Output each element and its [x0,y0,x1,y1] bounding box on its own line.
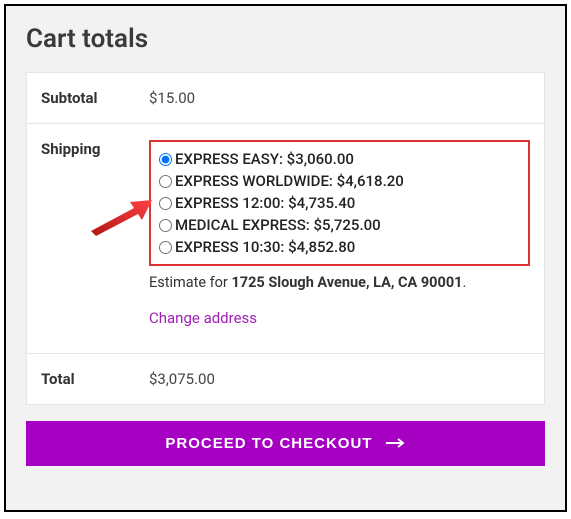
shipping-option[interactable]: MEDICAL EXPRESS: $5,725.00 [159,214,520,236]
total-value: $3,075.00 [149,354,544,404]
shipping-radio[interactable] [159,197,172,210]
cart-totals-panel: Cart totals Subtotal $15.00 Shipping EXP… [4,4,567,512]
subtotal-label: Subtotal [27,73,149,123]
shipping-option-label[interactable]: EXPRESS 12:00: $4,735.40 [175,194,355,212]
estimate-prefix: Estimate for [149,274,231,291]
estimate-text: Estimate for 1725 Slough Avenue, LA, CA … [149,274,530,291]
cart-totals-table: Subtotal $15.00 Shipping EXPRESS EASY: $… [26,72,545,405]
shipping-option-label[interactable]: EXPRESS WORLDWIDE: $4,618.20 [175,172,404,190]
shipping-radio[interactable] [159,241,172,254]
shipping-options-highlight: EXPRESS EASY: $3,060.00 EXPRESS WORLDWID… [149,140,530,266]
shipping-option[interactable]: EXPRESS 10:30: $4,852.80 [159,236,520,258]
shipping-option-label[interactable]: EXPRESS EASY: $3,060.00 [175,150,354,168]
proceed-to-checkout-button[interactable]: PROCEED TO CHECKOUT [26,421,545,466]
shipping-radio[interactable] [159,153,172,166]
shipping-label: Shipping [27,124,149,353]
shipping-option[interactable]: EXPRESS 12:00: $4,735.40 [159,192,520,214]
shipping-cell: EXPRESS EASY: $3,060.00 EXPRESS WORLDWID… [149,124,544,353]
shipping-option-label[interactable]: EXPRESS 10:30: $4,852.80 [175,238,355,256]
shipping-radio[interactable] [159,175,172,188]
shipping-option[interactable]: EXPRESS WORLDWIDE: $4,618.20 [159,170,520,192]
subtotal-value: $15.00 [149,73,544,123]
total-label: Total [27,354,149,404]
shipping-row: Shipping EXPRESS EASY: $3,060.00 EXPRESS… [27,124,544,354]
estimate-address: 1725 Slough Avenue, LA, CA 90001 [231,274,462,291]
subtotal-row: Subtotal $15.00 [27,73,544,124]
shipping-option[interactable]: EXPRESS EASY: $3,060.00 [159,148,520,170]
page-title: Cart totals [26,24,545,54]
total-row: Total $3,075.00 [27,354,544,404]
arrow-right-icon [386,435,406,452]
change-address-link[interactable]: Change address [149,309,257,327]
shipping-radio[interactable] [159,219,172,232]
shipping-option-label[interactable]: MEDICAL EXPRESS: $5,725.00 [175,216,381,234]
checkout-label: PROCEED TO CHECKOUT [165,435,372,452]
